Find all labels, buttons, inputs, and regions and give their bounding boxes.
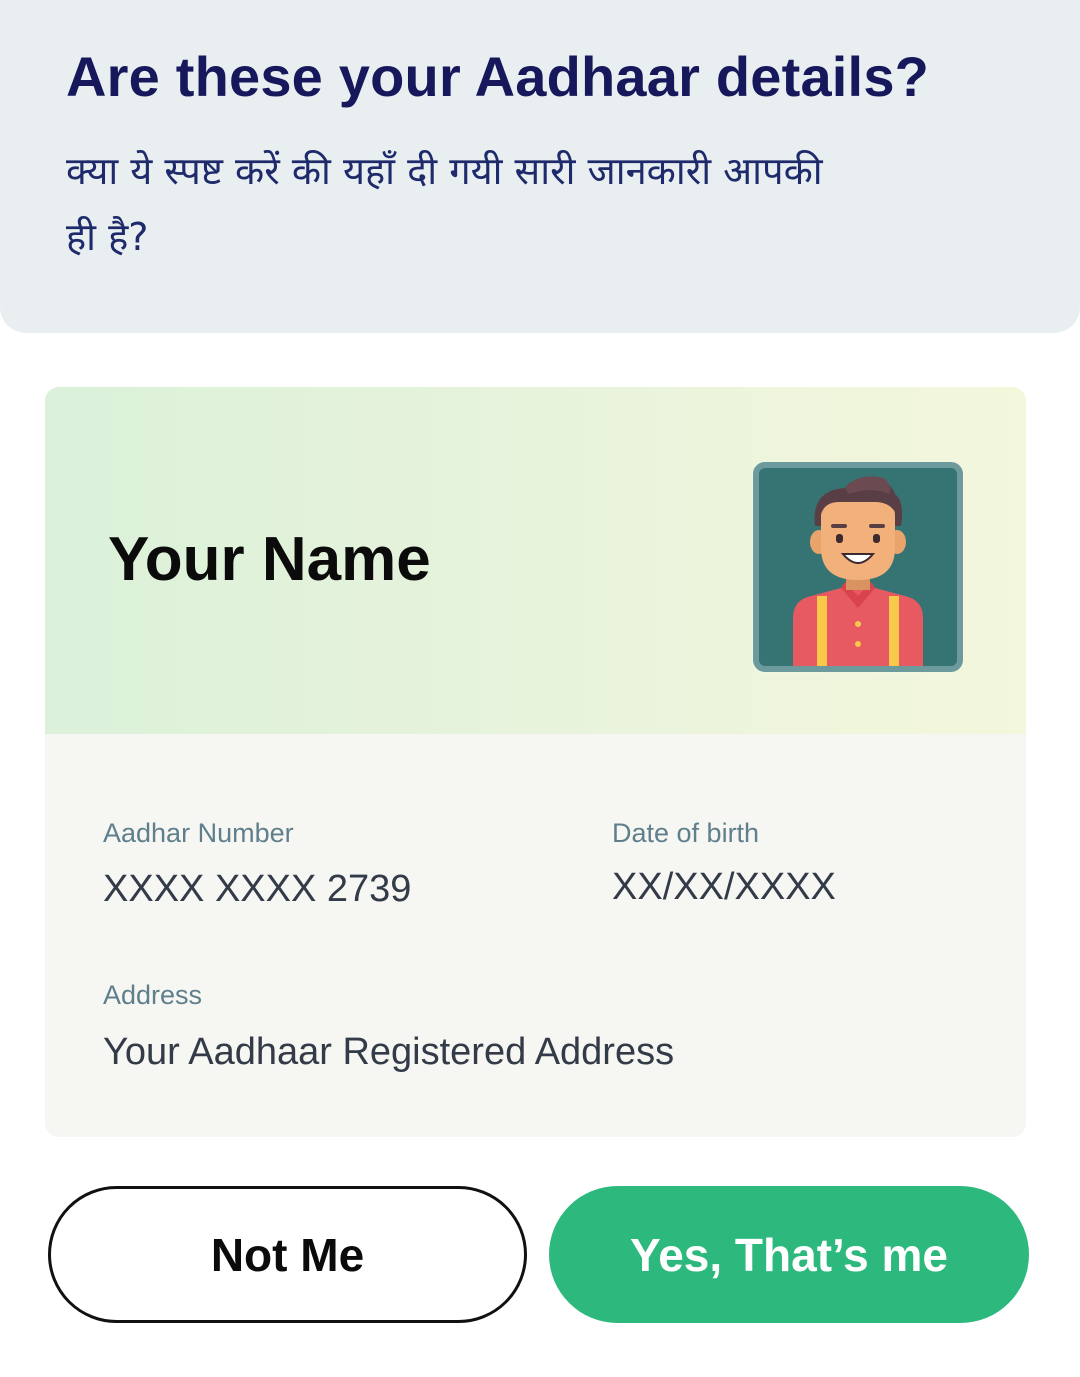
dob-value: XX/XX/XXXX (612, 866, 836, 908)
page-title: Are these your Aadhaar details? (66, 45, 930, 108)
address-value: Your Aadhaar Registered Address (103, 1031, 675, 1073)
aadhar-number-label: Aadhar Number (103, 818, 294, 848)
header-panel: Are these your Aadhaar details? क्या ये … (0, 0, 1080, 333)
address-label: Address (103, 980, 203, 1010)
holder-name: Your Name (108, 525, 431, 594)
aadhaar-details-card: Your Name Aadhar Number XXXX XXXX 2739 D… (45, 387, 1026, 1137)
card-header: Your Name (45, 387, 1026, 734)
aadhar-number-value: XXXX XXXX 2739 (103, 868, 412, 910)
page-subtitle-hindi: क्या ये स्पष्ट करें की यहाँ दी गयी सारी … (66, 149, 823, 259)
confirm-yes-button[interactable]: Yes, That’s me (549, 1186, 1029, 1323)
dob-label: Date of birth (612, 818, 760, 848)
not-me-button[interactable]: Not Me (48, 1186, 527, 1323)
avatar (752, 461, 964, 673)
avatar-illustration (793, 476, 923, 666)
person-avatar-icon (753, 462, 963, 672)
